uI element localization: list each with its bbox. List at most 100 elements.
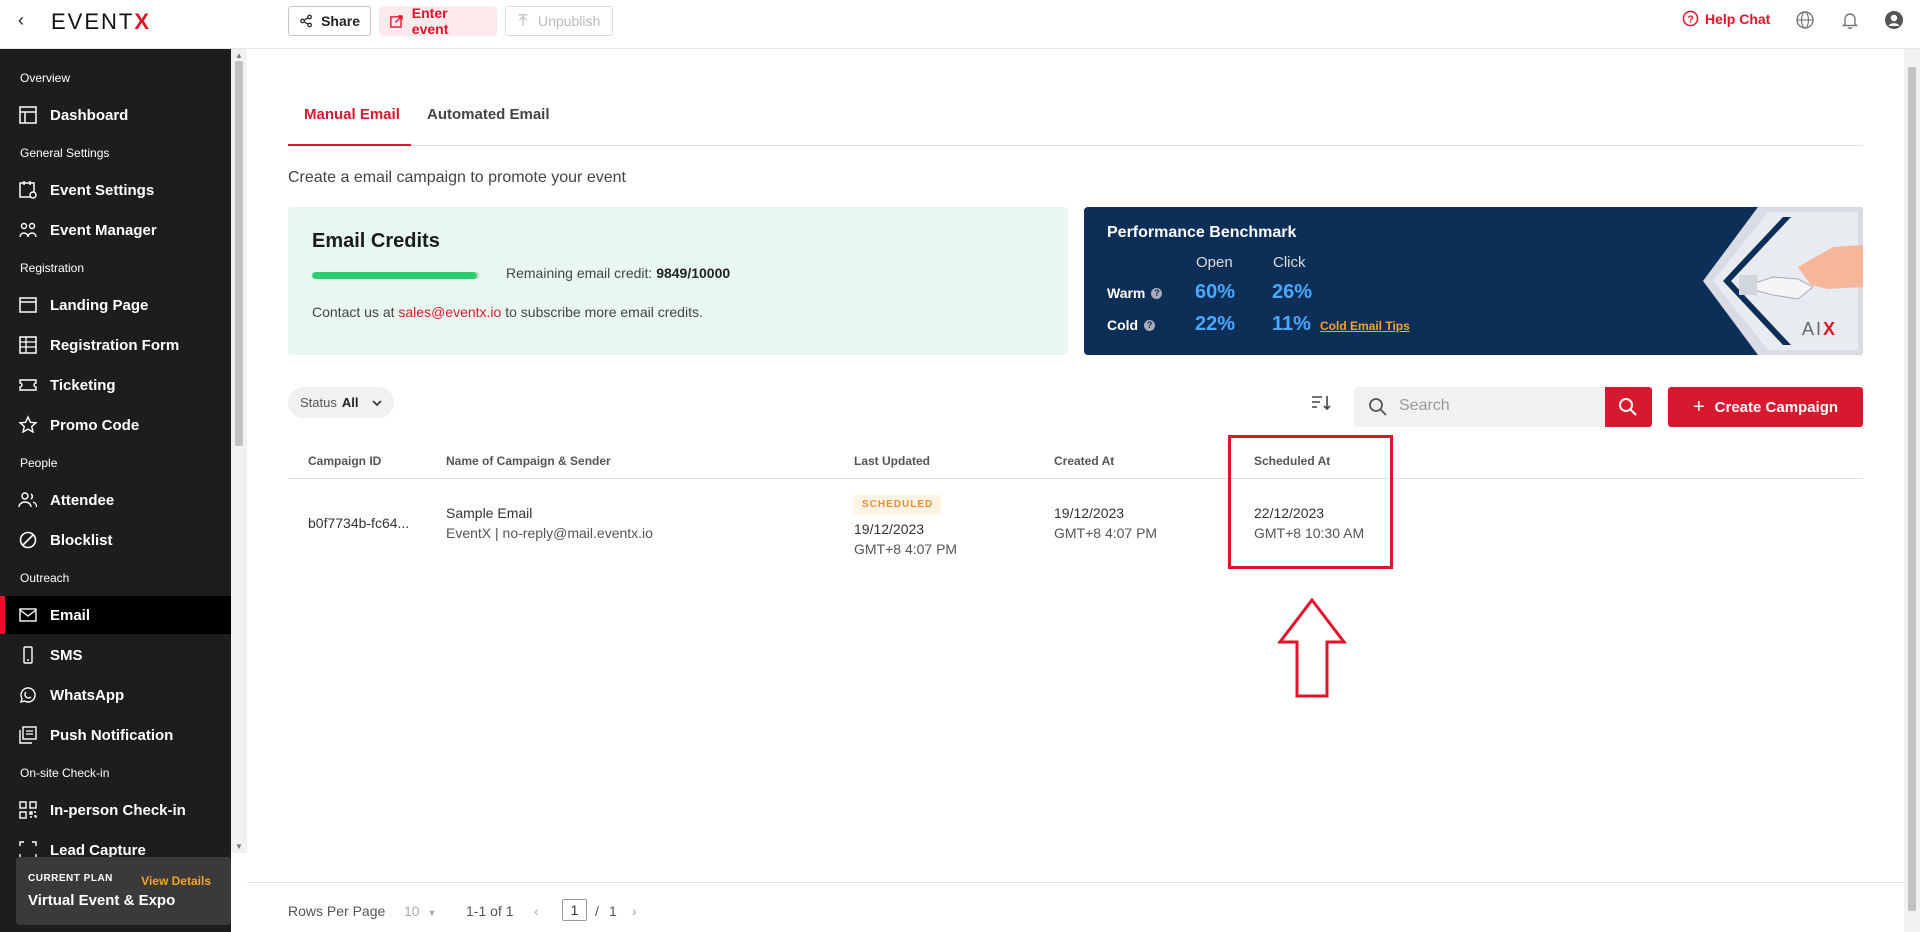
remaining-credit-value: 9849/10000 bbox=[656, 265, 731, 281]
sidebar-item-push-notification[interactable]: Push Notification bbox=[0, 716, 231, 754]
sidebar-item-registration-form[interactable]: Registration Form bbox=[0, 326, 231, 364]
enter-event-button[interactable]: Enter event bbox=[379, 5, 497, 37]
benchmark-title: Performance Benchmark bbox=[1107, 224, 1297, 241]
rows-per-page-select[interactable]: 10 ▼ bbox=[404, 903, 436, 919]
sidebar-item-label: Ticketing bbox=[50, 376, 116, 394]
sidebar-item-landing-page[interactable]: Landing Page bbox=[0, 286, 231, 324]
help-chat-button[interactable]: ? Help Chat bbox=[1682, 10, 1770, 27]
header-campaign-id[interactable]: Campaign ID bbox=[308, 454, 381, 468]
sidebar-item-blocklist[interactable]: Blocklist bbox=[0, 521, 231, 559]
benchmark-col-open: Open bbox=[1196, 254, 1233, 271]
whatsapp-icon bbox=[19, 687, 36, 704]
page-separator: / bbox=[595, 903, 599, 919]
rows-per-page-label: Rows Per Page bbox=[288, 903, 386, 919]
section-people: People bbox=[20, 456, 58, 470]
settings-calendar-icon bbox=[19, 181, 37, 199]
sidebar-item-promo-code[interactable]: Promo Code bbox=[0, 406, 231, 444]
sidebar-item-label: Event Settings bbox=[50, 181, 155, 199]
header-last-updated[interactable]: Last Updated bbox=[854, 454, 930, 468]
page-range: 1-1 of 1 bbox=[466, 903, 514, 919]
caret-down-icon: ▼ bbox=[427, 908, 437, 918]
campaign-id-cell: b0f7734b-fc64... bbox=[308, 515, 410, 531]
next-page-icon[interactable]: › bbox=[632, 903, 637, 919]
sidebar-item-sms[interactable]: SMS bbox=[0, 636, 231, 674]
plus-icon: + bbox=[1692, 396, 1705, 418]
share-button[interactable]: Share bbox=[288, 6, 371, 36]
sidebar-item-event-settings[interactable]: Event Settings bbox=[0, 171, 231, 209]
created-date: 19/12/2023 bbox=[1054, 505, 1125, 521]
sales-email-link[interactable]: sales@eventx.io bbox=[398, 304, 501, 320]
create-campaign-button[interactable]: + Create Campaign bbox=[1668, 387, 1863, 427]
benchmark-col-click: Click bbox=[1273, 254, 1306, 271]
sidebar-item-email[interactable]: Email bbox=[0, 596, 231, 634]
qr-code-icon bbox=[19, 801, 37, 819]
section-onsite-checkin: On-site Check-in bbox=[20, 766, 110, 780]
chevron-down-icon bbox=[372, 399, 383, 406]
search-field[interactable] bbox=[1354, 387, 1611, 427]
dashboard-icon bbox=[19, 106, 37, 124]
phone-icon bbox=[23, 646, 33, 664]
campaign-name: Sample Email bbox=[446, 505, 533, 521]
sidebar-item-event-manager[interactable]: Event Manager bbox=[0, 211, 231, 249]
cold-click-value: 11% bbox=[1272, 313, 1311, 335]
landing-page-icon bbox=[19, 297, 37, 313]
sidebar-scrollbar[interactable]: ▲ ▼ bbox=[231, 49, 247, 853]
eventx-logo[interactable]: EVENTX bbox=[51, 9, 151, 35]
sidebar-item-dashboard[interactable]: Dashboard bbox=[0, 96, 231, 134]
enter-event-label: Enter event bbox=[411, 5, 449, 37]
sidebar-item-whatsapp[interactable]: WhatsApp bbox=[0, 676, 231, 714]
sidebar-item-label: Event Manager bbox=[50, 221, 157, 239]
table-header-row: Campaign ID Name of Campaign & Sender La… bbox=[288, 442, 1863, 479]
prev-page-icon[interactable]: ‹ bbox=[534, 903, 539, 919]
sidebar-item-label: Dashboard bbox=[50, 106, 129, 124]
scroll-down-arrow-icon[interactable]: ▼ bbox=[235, 842, 243, 851]
benchmark-row-cold: Cold ? bbox=[1107, 317, 1156, 333]
attendee-icon bbox=[18, 492, 38, 508]
sidebar-item-label: Promo Code bbox=[50, 416, 140, 434]
tab-automated-email[interactable]: Automated Email bbox=[427, 96, 550, 146]
back-arrow-icon[interactable]: ‹ bbox=[18, 11, 34, 29]
main-scrollbar[interactable] bbox=[1904, 49, 1920, 932]
last-updated-cell: SCHEDULED 19/12/2023 GMT+8 4:07 PM bbox=[854, 492, 957, 559]
updated-time: GMT+8 4:07 PM bbox=[854, 541, 958, 557]
mail-icon bbox=[19, 608, 37, 622]
sidebar-item-label: Landing Page bbox=[50, 296, 149, 314]
table-row[interactable]: b0f7734b-fc64... Sample Email EventX | n… bbox=[288, 479, 1863, 571]
campaign-table: Campaign ID Name of Campaign & Sender La… bbox=[288, 442, 1863, 571]
sidebar-item-attendee[interactable]: Attendee bbox=[0, 481, 231, 519]
status-filter-value: All bbox=[341, 395, 359, 410]
info-icon[interactable]: ? bbox=[1144, 319, 1156, 331]
total-pages: 1 bbox=[609, 903, 617, 919]
sidebar-item-in-person-checkin[interactable]: In-person Check-in bbox=[0, 791, 231, 829]
globe-icon[interactable] bbox=[1795, 10, 1815, 30]
sidebar-item-label: Attendee bbox=[50, 491, 115, 509]
main-content: Manual Email Automated Email Create a em… bbox=[247, 49, 1904, 932]
search-button[interactable] bbox=[1605, 387, 1652, 427]
share-icon bbox=[300, 14, 312, 28]
sidebar-item-ticketing[interactable]: Ticketing bbox=[0, 366, 231, 404]
sidebar-item-label: WhatsApp bbox=[50, 686, 125, 704]
bell-icon[interactable] bbox=[1840, 10, 1860, 30]
sidebar-item-label: Lead Capture bbox=[50, 841, 146, 859]
sidebar-item-label: In-person Check-in bbox=[50, 801, 186, 819]
created-at-cell: 19/12/2023 GMT+8 4:07 PM bbox=[1054, 503, 1157, 543]
info-icon[interactable]: ? bbox=[1151, 287, 1163, 299]
header-created-at[interactable]: Created At bbox=[1054, 454, 1114, 468]
account-icon[interactable] bbox=[1884, 10, 1904, 30]
header-name[interactable]: Name of Campaign & Sender bbox=[446, 454, 611, 468]
search-input[interactable] bbox=[1399, 397, 1599, 415]
search-icon bbox=[1619, 398, 1637, 416]
share-label: Share bbox=[321, 13, 360, 29]
cold-email-tips-link[interactable]: Cold Email Tips bbox=[1320, 319, 1410, 333]
tab-manual-email[interactable]: Manual Email bbox=[288, 96, 411, 146]
status-filter-dropdown[interactable]: Status All bbox=[288, 387, 394, 418]
scroll-up-arrow-icon[interactable]: ▲ bbox=[235, 51, 243, 60]
section-registration: Registration bbox=[20, 261, 85, 275]
sidebar-scroll-thumb[interactable] bbox=[235, 61, 243, 446]
sort-icon[interactable] bbox=[1310, 393, 1332, 413]
view-details-link[interactable]: View Details bbox=[141, 874, 211, 888]
table-form-icon bbox=[19, 336, 37, 354]
main-scroll-thumb[interactable] bbox=[1908, 67, 1916, 911]
current-page-input[interactable]: 1 bbox=[562, 899, 587, 921]
unpublish-button[interactable]: Unpublish bbox=[505, 6, 613, 36]
